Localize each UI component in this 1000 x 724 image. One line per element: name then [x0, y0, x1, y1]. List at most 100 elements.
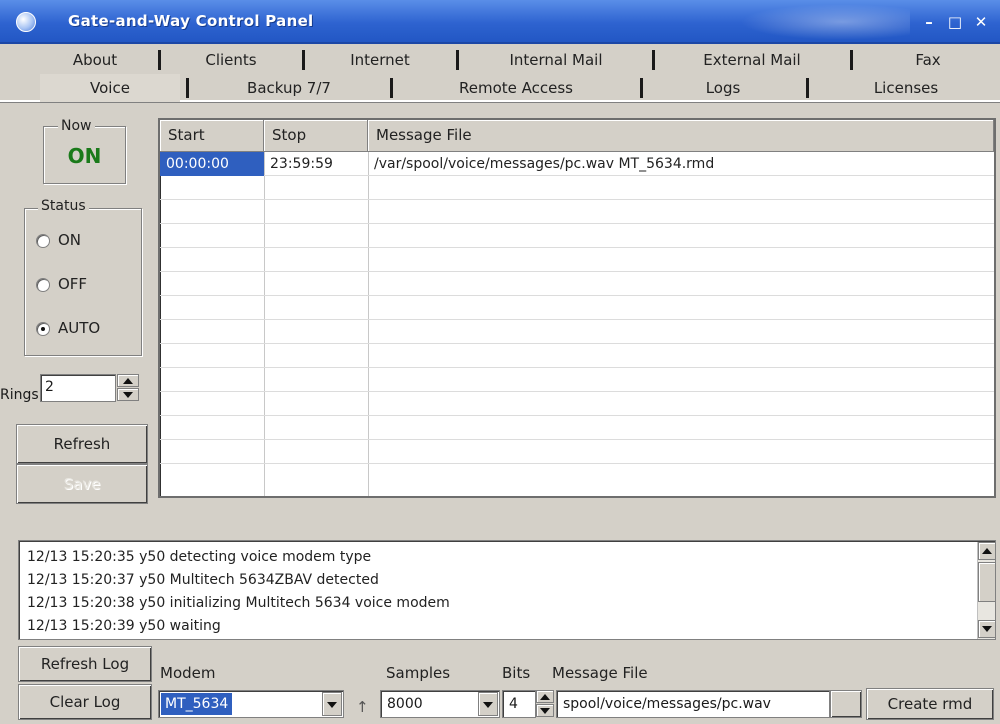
- table-row[interactable]: [160, 296, 994, 320]
- samples-value: 8000: [387, 696, 423, 712]
- cell-message-file[interactable]: /var/spool/voice/messages/pc.wav MT_5634…: [368, 152, 994, 176]
- tab-internet[interactable]: Internet: [310, 46, 450, 74]
- schedule-table[interactable]: Start Stop Message File 00:00:00 23:59:5…: [158, 118, 996, 498]
- modem-dropdown-button[interactable]: [322, 692, 342, 716]
- tab-backup[interactable]: Backup 7/7: [194, 74, 384, 102]
- arrow-down-icon: [982, 626, 992, 632]
- table-row[interactable]: [160, 440, 994, 464]
- message-file-input[interactable]: spool/voice/messages/pc.wav: [556, 690, 830, 718]
- tab-voice[interactable]: Voice: [40, 74, 180, 102]
- tab-separator: [302, 50, 305, 70]
- status-on-label: ON: [58, 231, 82, 249]
- window-title: Gate-and-Way Control Panel: [68, 12, 314, 30]
- log-line: 12/13 15:20:35 y50 detecting voice modem…: [27, 549, 372, 565]
- tab-licenses[interactable]: Licenses: [814, 74, 998, 102]
- title-decoration: [740, 4, 910, 40]
- samples-dropdown-button[interactable]: [478, 692, 498, 716]
- tab-separator: [850, 50, 853, 70]
- tab-bar-row-2: Voice Backup 7/7 Remote Access Logs Lice…: [0, 74, 1000, 102]
- modem-value: MT_5634: [161, 693, 233, 715]
- table-row[interactable]: [160, 248, 994, 272]
- rings-up-button[interactable]: [117, 374, 139, 387]
- column-header-stop[interactable]: Stop: [264, 120, 368, 152]
- tab-about[interactable]: About: [40, 46, 150, 74]
- now-label: Now: [58, 118, 95, 134]
- bits-value: 4: [509, 696, 518, 712]
- now-status-value: ON: [67, 144, 102, 168]
- table-row[interactable]: [160, 392, 994, 416]
- clear-log-button[interactable]: Clear Log: [18, 684, 152, 720]
- scroll-up-button[interactable]: [978, 542, 995, 560]
- tab-logs[interactable]: Logs: [648, 74, 798, 102]
- log-line: 12/13 15:20:39 y50 waiting: [27, 618, 221, 634]
- table-row[interactable]: [160, 344, 994, 368]
- status-on-radio[interactable]: ON: [36, 230, 126, 252]
- tab-separator: [390, 78, 393, 98]
- samples-select[interactable]: 8000: [380, 690, 500, 718]
- rings-input[interactable]: 2: [40, 374, 116, 402]
- cell-stop[interactable]: 23:59:59: [264, 152, 368, 176]
- message-file-value: spool/voice/messages/pc.wav: [563, 696, 771, 712]
- log-line: 12/13 15:20:37 y50 Multitech 5634ZBAV de…: [27, 572, 379, 588]
- tab-separator: [806, 78, 809, 98]
- log-line: 12/13 15:20:38 y50 initializing Multitec…: [27, 595, 450, 611]
- table-row[interactable]: [160, 272, 994, 296]
- status-auto-radio[interactable]: AUTO: [36, 318, 126, 340]
- table-row[interactable]: [160, 416, 994, 440]
- tab-separator: [158, 50, 161, 70]
- scroll-thumb[interactable]: [978, 562, 995, 602]
- arrow-up-icon: [123, 378, 133, 384]
- tab-internal-mail[interactable]: Internal Mail: [464, 46, 648, 74]
- bits-up-button[interactable]: [536, 690, 554, 703]
- column-header-message-file[interactable]: Message File: [368, 120, 994, 152]
- refresh-log-button[interactable]: Refresh Log: [18, 646, 152, 682]
- create-rmd-button[interactable]: Create rmd: [866, 688, 994, 720]
- maximize-icon[interactable]: □: [946, 13, 964, 31]
- log-output[interactable]: 12/13 15:20:35 y50 detecting voice modem…: [18, 540, 996, 640]
- browse-button[interactable]: [830, 690, 862, 718]
- arrow-down-icon: [123, 392, 133, 398]
- tab-fax[interactable]: Fax: [858, 46, 998, 74]
- radio-icon: [36, 234, 50, 248]
- table-row[interactable]: [160, 368, 994, 392]
- chevron-down-icon: [327, 702, 337, 708]
- refresh-button[interactable]: Refresh: [16, 424, 148, 464]
- bits-label: Bits: [502, 664, 531, 682]
- table-row[interactable]: 00:00:00 23:59:59 /var/spool/voice/messa…: [160, 152, 994, 176]
- tab-clients[interactable]: Clients: [166, 46, 296, 74]
- status-off-label: OFF: [58, 275, 88, 293]
- samples-label: Samples: [386, 664, 451, 682]
- radio-icon: [36, 278, 50, 292]
- rings-down-button[interactable]: [117, 388, 139, 401]
- status-auto-label: AUTO: [58, 319, 101, 337]
- tab-separator: [456, 50, 459, 70]
- column-header-start[interactable]: Start: [160, 120, 264, 152]
- table-row[interactable]: [160, 176, 994, 200]
- tab-separator: [652, 50, 655, 70]
- radio-checked-icon: [36, 322, 50, 336]
- message-file-label: Message File: [552, 664, 648, 682]
- save-button[interactable]: Save: [16, 464, 148, 504]
- close-icon[interactable]: ✕: [972, 13, 990, 31]
- arrow-up-icon: [982, 548, 992, 554]
- title-bar[interactable]: Gate-and-Way Control Panel – □ ✕: [0, 0, 1000, 44]
- arrow-up-icon: [540, 694, 550, 700]
- cell-start[interactable]: 00:00:00: [160, 152, 264, 176]
- arrow-icon: ↑: [356, 698, 369, 716]
- table-row[interactable]: [160, 200, 994, 224]
- tab-separator: [186, 78, 189, 98]
- tab-remote-access[interactable]: Remote Access: [398, 74, 634, 102]
- bits-down-button[interactable]: [536, 704, 554, 717]
- modem-select[interactable]: MT_5634: [158, 690, 344, 718]
- log-scrollbar[interactable]: [977, 542, 995, 639]
- table-row[interactable]: [160, 320, 994, 344]
- scroll-down-button[interactable]: [978, 620, 995, 638]
- arrow-down-icon: [540, 708, 550, 714]
- bits-input[interactable]: 4: [502, 690, 536, 718]
- tab-separator: [640, 78, 643, 98]
- status-label: Status: [38, 198, 89, 214]
- status-off-radio[interactable]: OFF: [36, 274, 126, 296]
- tab-external-mail[interactable]: External Mail: [660, 46, 844, 74]
- minimize-icon[interactable]: –: [920, 13, 938, 31]
- table-row[interactable]: [160, 224, 994, 248]
